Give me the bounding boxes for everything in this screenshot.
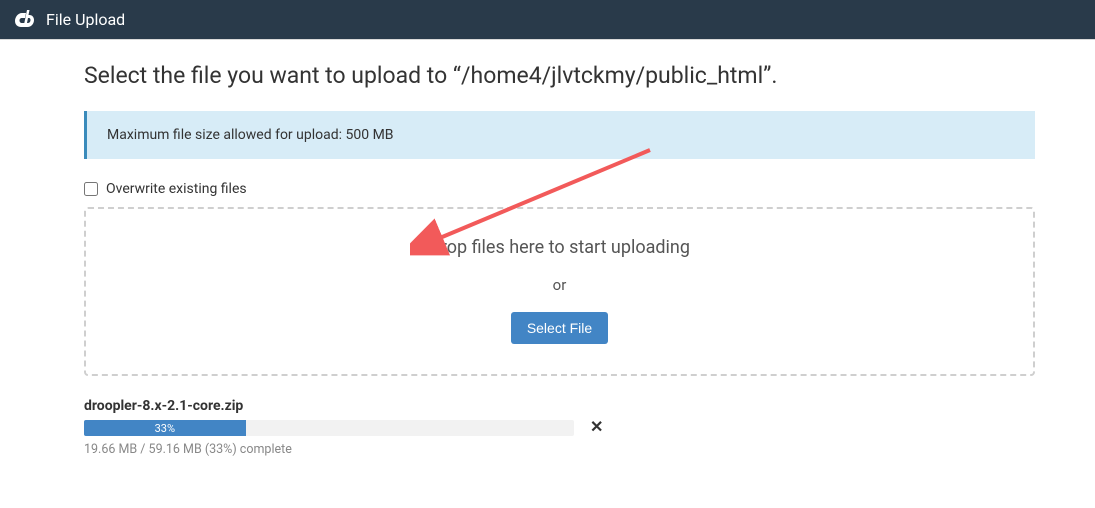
overwrite-label: Overwrite existing files — [106, 181, 247, 197]
overwrite-checkbox[interactable] — [84, 182, 98, 196]
heading: Select the file you want to upload to “/… — [84, 62, 1035, 89]
progress-percent: 33% — [155, 422, 175, 435]
upload-filename: droopler-8.x-2.1-core.zip — [84, 398, 1035, 414]
topbar: File Upload — [0, 0, 1095, 40]
dropzone[interactable]: Drop files here to start uploading or Se… — [84, 207, 1035, 376]
upload-status: 19.66 MB / 59.16 MB (33%) complete — [84, 442, 1035, 457]
close-icon: ✕ — [590, 419, 603, 436]
select-file-button[interactable]: Select File — [511, 312, 608, 344]
progress-row: 33% ✕ — [84, 420, 1035, 436]
progress-track: 33% — [84, 420, 574, 436]
cancel-upload-button[interactable]: ✕ — [590, 420, 603, 436]
info-text: Maximum file size allowed for upload: 50… — [107, 127, 394, 143]
main-content: Select the file you want to upload to “/… — [0, 40, 1095, 457]
or-text: or — [106, 276, 1013, 294]
overwrite-row[interactable]: Overwrite existing files — [84, 181, 1035, 197]
page-title: File Upload — [46, 10, 125, 29]
cpanel-logo-icon — [12, 10, 36, 30]
drop-text: Drop files here to start uploading — [106, 237, 1013, 258]
progress-bar: 33% — [84, 420, 246, 436]
info-banner: Maximum file size allowed for upload: 50… — [84, 111, 1035, 159]
upload-item: droopler-8.x-2.1-core.zip 33% ✕ 19.66 MB… — [84, 398, 1035, 457]
